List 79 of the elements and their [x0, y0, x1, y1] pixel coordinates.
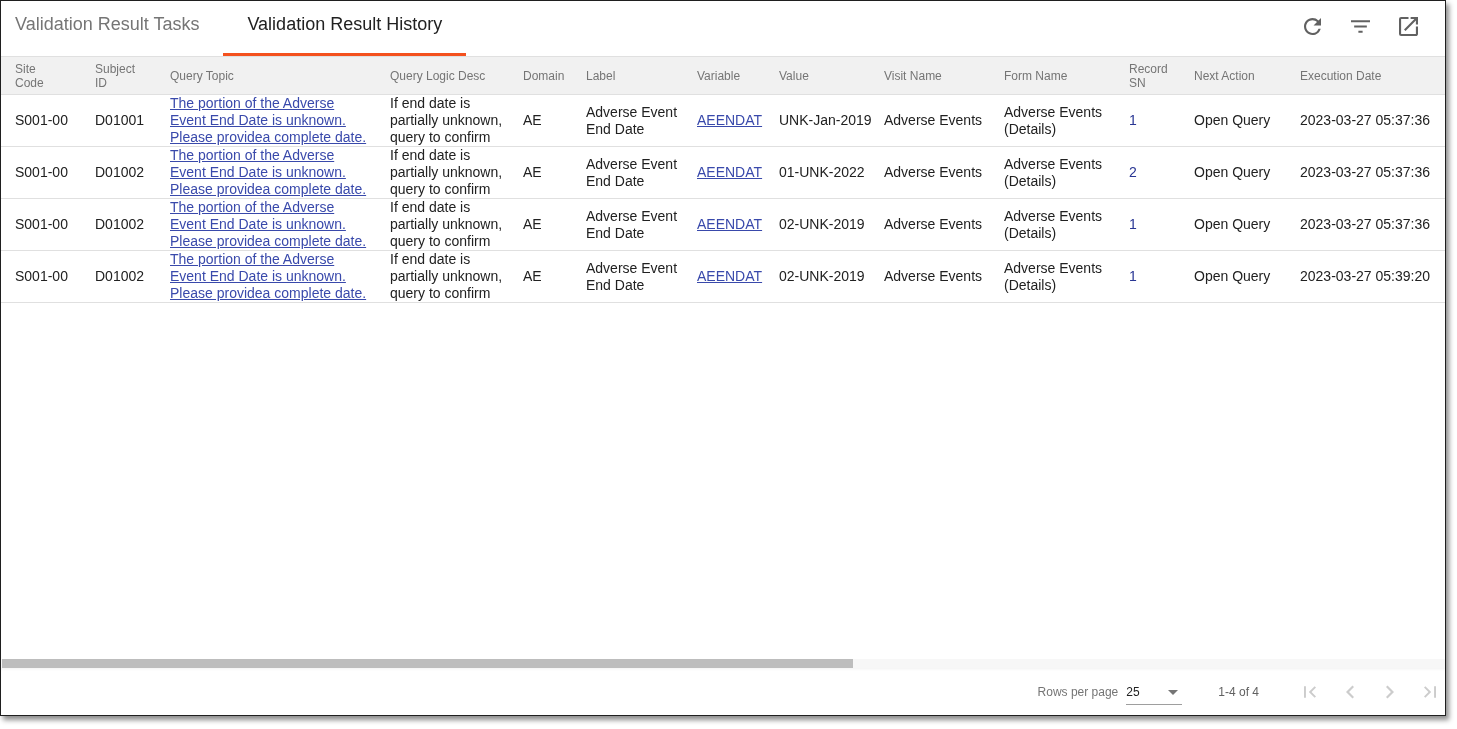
column-header: Visit Name: [884, 68, 943, 83]
tab[interactable]: Validation Result Tasks: [1, 1, 224, 56]
table-cell-text: 2023-03-27 05:39:20: [1300, 268, 1431, 285]
column-header: Domain: [523, 68, 566, 83]
page-range: 1-4 of 4: [1218, 684, 1259, 699]
table-cell-text: D01002: [95, 268, 146, 285]
rows-per-page-label: Rows per page: [1037, 684, 1119, 699]
table-cell-text: If end date is partially unknown, query to confirm: [390, 147, 504, 198]
table-cell-text: Open Query: [1194, 164, 1272, 181]
number-link[interactable]: 1: [1129, 216, 1137, 233]
table-cell-text: Adverse Events (Details): [1004, 259, 1104, 294]
column-header: Query Topic: [170, 68, 235, 83]
cell-link[interactable]: The portion of the Adverse Event End Date is unknown. Please providea complete date.: [170, 251, 370, 302]
table-cell-text: Adverse Events (Details): [1004, 103, 1104, 138]
table-cell-text: AE: [523, 216, 543, 233]
column-header: Subject ID: [95, 61, 137, 90]
next-page-icon: [1386, 683, 1394, 700]
table-cell-text: Adverse Events: [884, 112, 984, 129]
table-cell-text: Open Query: [1194, 112, 1272, 129]
column-header: Form Name: [1004, 68, 1069, 83]
column-header: Record SN: [1129, 61, 1169, 90]
table-cell-text: Adverse Event End Date: [586, 103, 679, 138]
cell-link[interactable]: The portion of the Adverse Event End Date is unknown. Please providea complete date.: [170, 199, 370, 250]
column-header: Next Action: [1194, 68, 1256, 83]
last-page-icon: [1424, 683, 1436, 700]
table-cell-text: Adverse Events: [884, 164, 984, 181]
table-cell-text: Open Query: [1194, 216, 1272, 233]
table-cell-text: Adverse Event End Date: [586, 259, 679, 294]
column-header: Value: [779, 68, 810, 83]
cell-link[interactable]: The portion of the Adverse Event End Date is unknown. Please providea complete date.: [170, 95, 370, 146]
number-link[interactable]: 2: [1129, 164, 1137, 181]
table-cell-text: AE: [523, 112, 543, 129]
table-cell-text: 01-UNK-2022: [779, 164, 866, 181]
table-cell-text: 2023-03-27 05:37:36: [1300, 112, 1431, 129]
table-cell-text: D01001: [95, 112, 146, 129]
number-link[interactable]: 1: [1129, 268, 1137, 285]
rows-per-page-select[interactable]: 25: [1126, 682, 1183, 705]
table-cell-text: UNK-Jan-2019: [779, 112, 873, 129]
column-header: Label: [586, 68, 617, 83]
table-cell-text: If end date is partially unknown, query to confirm: [390, 199, 504, 250]
scrollbar-thumb[interactable]: [2, 659, 853, 668]
table-cell-text: 2023-03-27 05:37:36: [1300, 216, 1431, 233]
column-header: Variable: [697, 68, 742, 83]
table-cell-text: Adverse Events (Details): [1004, 207, 1104, 242]
table-cell-text: Open Query: [1194, 268, 1272, 285]
open-in-new-button[interactable]: [1396, 14, 1420, 39]
table-cell-text: Adverse Event End Date: [586, 207, 679, 242]
table-cell-text: D01002: [95, 164, 146, 181]
table-cell-text: D01002: [95, 216, 146, 233]
first-page-icon: [1304, 683, 1316, 700]
table-cell-text: S001-00: [15, 268, 69, 285]
column-header: Site Code: [15, 61, 45, 90]
number-link[interactable]: 1: [1129, 112, 1137, 129]
cell-link[interactable]: AEENDAT: [697, 216, 763, 233]
table-cell-text: AE: [523, 268, 543, 285]
open-in-new-icon: [1398, 17, 1418, 36]
refresh-icon: [1303, 18, 1321, 35]
table-cell-text: S001-00: [15, 112, 69, 129]
filter-icon: [1350, 20, 1370, 33]
column-header: Query Logic Desc: [390, 68, 487, 83]
cell-link[interactable]: The portion of the Adverse Event End Date is unknown. Please providea complete date.: [170, 147, 370, 198]
table-cell-text: 2023-03-27 05:37:36: [1300, 164, 1431, 181]
table-cell-text: Adverse Events (Details): [1004, 155, 1104, 190]
table-cell-text: 02-UNK-2019: [779, 216, 866, 233]
cell-link[interactable]: AEENDAT: [697, 164, 763, 181]
table-cell-text: Adverse Events: [884, 216, 984, 233]
cell-link[interactable]: AEENDAT: [697, 268, 763, 285]
table-cell-text: AE: [523, 164, 543, 181]
column-header: Execution Date: [1300, 68, 1383, 83]
table-cell-text: If end date is partially unknown, query to confirm: [390, 251, 504, 302]
table-cell-text: Adverse Event End Date: [586, 155, 679, 190]
table-cell-text: If end date is partially unknown, query to confirm: [390, 95, 504, 146]
table-cell-text: S001-00: [15, 164, 69, 181]
cell-link[interactable]: AEENDAT: [697, 112, 763, 129]
caret-icon: [1168, 689, 1179, 695]
table-cell-text: S001-00: [15, 216, 69, 233]
previous-page-icon: [1346, 683, 1354, 700]
table-cell-text: Adverse Events: [884, 268, 984, 285]
table-cell-text: 02-UNK-2019: [779, 268, 866, 285]
